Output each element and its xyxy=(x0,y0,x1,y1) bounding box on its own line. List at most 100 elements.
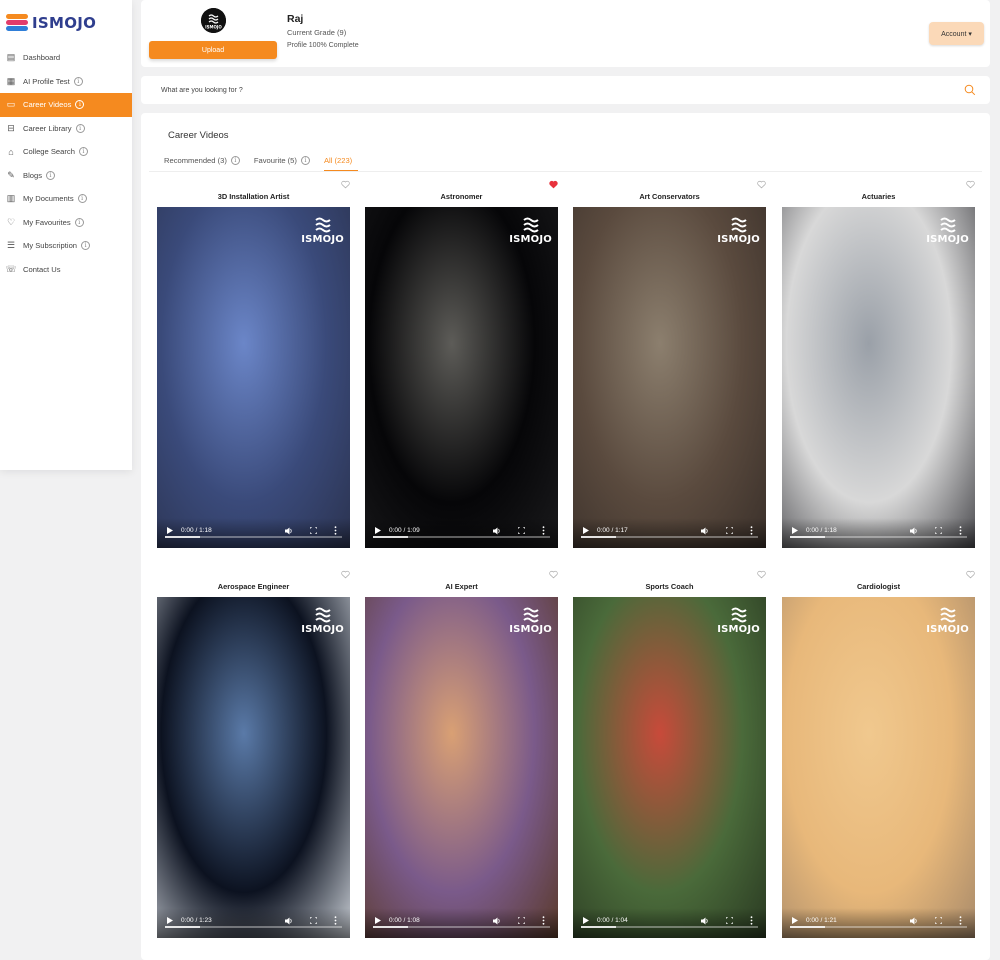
avatar[interactable]: ISMOJO xyxy=(201,8,226,33)
video-player[interactable]: ISMOJO 0:00 / 1:21 xyxy=(782,597,975,938)
video-progress-bar[interactable] xyxy=(165,536,342,538)
more-options-icon[interactable] xyxy=(750,916,753,925)
video-progress-bar[interactable] xyxy=(581,536,758,538)
play-icon[interactable] xyxy=(375,917,381,924)
info-icon[interactable]: i xyxy=(78,147,88,157)
upload-button[interactable]: Upload xyxy=(149,41,277,59)
watermark-waves-icon xyxy=(939,607,956,623)
volume-icon[interactable] xyxy=(285,917,293,925)
play-icon[interactable] xyxy=(167,917,173,924)
more-options-icon[interactable] xyxy=(334,916,337,925)
info-icon[interactable]: i xyxy=(75,100,85,110)
heart-icon: ♡ xyxy=(6,216,16,227)
logo-mark-icon xyxy=(6,14,28,32)
more-options-icon[interactable] xyxy=(542,526,545,535)
video-icon: ▭ xyxy=(6,99,16,110)
info-icon[interactable]: i xyxy=(81,241,91,251)
play-icon[interactable] xyxy=(583,917,589,924)
sidebar-item-my-subscription[interactable]: ☰ My Subscription i xyxy=(0,234,132,258)
fullscreen-icon[interactable] xyxy=(935,917,942,924)
volume-icon[interactable] xyxy=(701,527,709,535)
info-icon[interactable]: i xyxy=(77,194,87,204)
video-progress-bar[interactable] xyxy=(165,926,342,928)
fullscreen-icon[interactable] xyxy=(518,917,525,924)
fullscreen-icon[interactable] xyxy=(935,527,942,534)
volume-icon[interactable] xyxy=(493,527,501,535)
favourite-heart-icon[interactable] xyxy=(757,570,766,579)
video-player[interactable]: ISMOJO 0:00 / 1:09 xyxy=(365,207,558,548)
favourite-heart-icon[interactable] xyxy=(549,180,558,189)
sidebar-item-blogs[interactable]: ✎ Blogs i xyxy=(0,164,132,188)
info-icon[interactable]: i xyxy=(46,170,55,180)
more-options-icon[interactable] xyxy=(750,526,753,535)
tab-recommended[interactable]: Recommended (3) i xyxy=(164,153,240,171)
info-icon[interactable]: i xyxy=(73,76,83,86)
fullscreen-icon[interactable] xyxy=(726,917,733,924)
video-title: Sports Coach xyxy=(645,582,694,591)
favourite-heart-icon[interactable] xyxy=(966,180,975,189)
favourite-heart-icon[interactable] xyxy=(549,570,558,579)
play-icon[interactable] xyxy=(583,527,589,534)
more-options-icon[interactable] xyxy=(959,916,962,925)
blog-icon: ✎ xyxy=(7,169,15,180)
sidebar-item-career-library[interactable]: ⊟ Career Library i xyxy=(0,117,132,141)
volume-icon[interactable] xyxy=(701,917,709,925)
sidebar-item-label: Contact Us xyxy=(23,264,61,274)
video-progress-fill xyxy=(581,926,617,928)
info-icon[interactable]: i xyxy=(230,156,240,165)
volume-icon[interactable] xyxy=(910,917,918,925)
video-player[interactable]: ISMOJO 0:00 / 1:23 xyxy=(157,597,350,938)
video-progress-bar[interactable] xyxy=(790,536,967,538)
subscription-icon: ☰ xyxy=(6,240,16,251)
play-icon[interactable] xyxy=(375,527,381,534)
volume-icon[interactable] xyxy=(285,527,293,535)
favourite-heart-icon[interactable] xyxy=(341,570,350,579)
video-player[interactable]: ISMOJO 0:00 / 1:18 xyxy=(157,207,350,548)
sidebar-item-college-search[interactable]: ⌂ College Search i xyxy=(0,140,132,164)
favourite-heart-icon[interactable] xyxy=(757,180,766,189)
sidebar-item-ai-profile-test[interactable]: ▦ AI Profile Test i xyxy=(0,70,132,94)
watermark-waves-icon xyxy=(730,607,747,623)
fullscreen-icon[interactable] xyxy=(518,527,525,534)
favourite-heart-icon[interactable] xyxy=(966,570,975,579)
video-player[interactable]: ISMOJO 0:00 / 1:17 xyxy=(573,207,766,548)
sidebar-item-my-documents[interactable]: ▥ My Documents i xyxy=(0,187,132,211)
info-icon[interactable]: i xyxy=(74,217,84,227)
info-icon[interactable]: i xyxy=(300,156,310,165)
sidebar-item-contact-us[interactable]: ☏ Contact Us xyxy=(0,258,132,282)
video-progress-bar[interactable] xyxy=(790,926,967,928)
video-progress-bar[interactable] xyxy=(581,926,758,928)
more-options-icon[interactable] xyxy=(959,526,962,535)
search-input[interactable] xyxy=(161,76,941,104)
fullscreen-icon[interactable] xyxy=(310,917,317,924)
video-player[interactable]: ISMOJO 0:00 / 1:04 xyxy=(573,597,766,938)
video-player[interactable]: ISMOJO 0:00 / 1:08 xyxy=(365,597,558,938)
ismojo-watermark: ISMOJO xyxy=(301,215,344,245)
sidebar-item-career-videos[interactable]: ▭ Career Videos i xyxy=(0,93,132,117)
sidebar-item-dashboard[interactable]: ▤ Dashboard xyxy=(0,46,132,70)
search-icon[interactable] xyxy=(964,84,976,96)
video-player[interactable]: ISMOJO 0:00 / 1:18 xyxy=(782,207,975,548)
logo[interactable]: ISMOJO xyxy=(0,0,132,46)
volume-icon[interactable] xyxy=(910,527,918,535)
volume-icon[interactable] xyxy=(493,917,501,925)
info-icon[interactable]: i xyxy=(75,123,85,133)
fullscreen-icon[interactable] xyxy=(726,527,733,534)
profile-test-icon: ▦ xyxy=(6,75,16,86)
fullscreen-icon[interactable] xyxy=(310,527,317,534)
sidebar-item-my-favourites[interactable]: ♡ My Favourites i xyxy=(0,211,132,235)
play-icon[interactable] xyxy=(167,527,173,534)
tab-favourite[interactable]: Favourite (5) i xyxy=(254,153,310,171)
play-icon[interactable] xyxy=(792,917,798,924)
watermark-text: ISMOJO xyxy=(509,234,552,245)
video-title: Cardiologist xyxy=(856,582,901,591)
video-title: Art Conservators xyxy=(639,192,700,201)
tab-all[interactable]: All (223) xyxy=(323,153,359,171)
video-progress-bar[interactable] xyxy=(373,926,550,928)
account-dropdown-button[interactable]: Account ▾ xyxy=(929,22,984,45)
favourite-heart-icon[interactable] xyxy=(341,180,350,189)
play-icon[interactable] xyxy=(792,527,798,534)
more-options-icon[interactable] xyxy=(542,916,545,925)
more-options-icon[interactable] xyxy=(334,526,337,535)
video-progress-bar[interactable] xyxy=(373,536,550,538)
